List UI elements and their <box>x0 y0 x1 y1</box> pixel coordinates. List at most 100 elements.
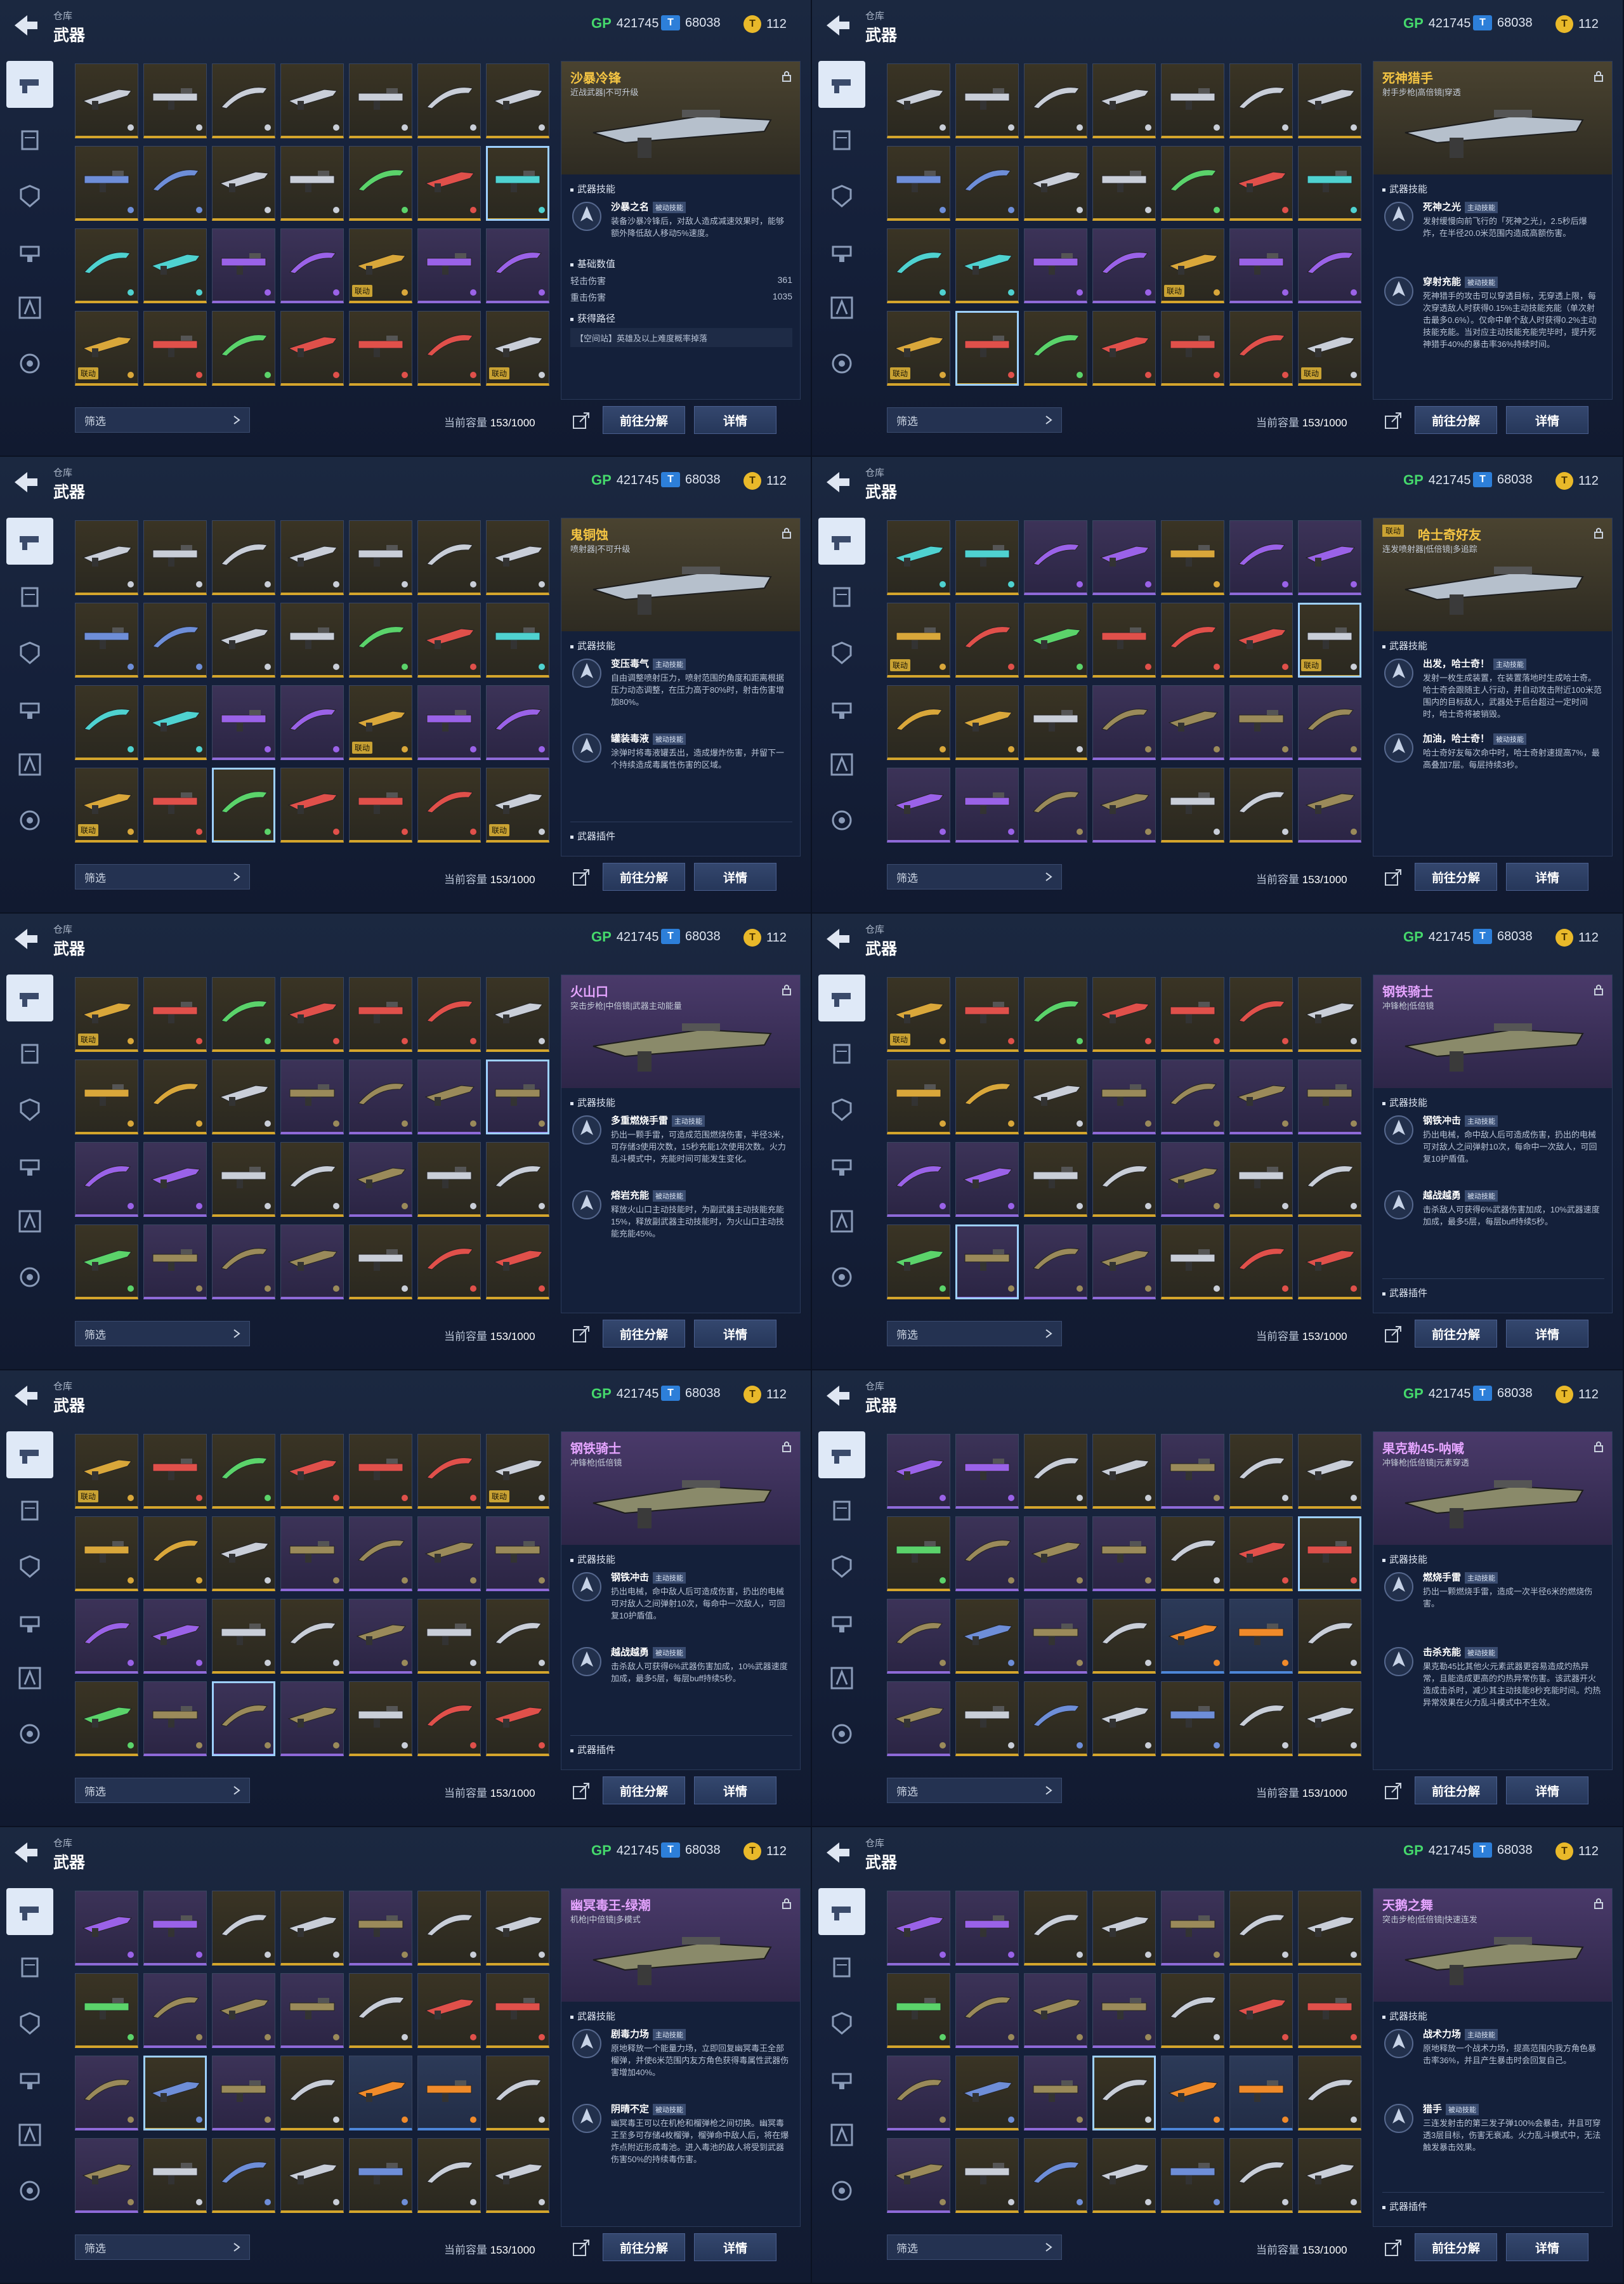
sidebar-tab[interactable] <box>818 61 865 108</box>
decompose-button[interactable]: 前往分解 <box>603 863 685 891</box>
weapon-slot[interactable] <box>1298 146 1361 221</box>
weapon-slot[interactable] <box>75 685 138 760</box>
weapon-slot[interactable] <box>1092 63 1156 138</box>
weapon-slot[interactable] <box>1092 1142 1156 1217</box>
weapon-slot[interactable] <box>486 603 549 678</box>
weapon-slot[interactable] <box>280 1599 344 1674</box>
weapon-slot[interactable] <box>1024 1599 1087 1674</box>
weapon-slot[interactable] <box>486 520 549 595</box>
weapon-slot[interactable] <box>143 2138 207 2213</box>
weapon-slot[interactable] <box>212 63 275 138</box>
weapon-slot[interactable] <box>212 146 275 221</box>
weapon-slot[interactable] <box>1024 1973 1087 2048</box>
weapon-slot[interactable] <box>75 2138 138 2213</box>
share-button[interactable] <box>568 1322 594 1346</box>
weapon-slot[interactable] <box>1229 228 1293 303</box>
sidebar-tab[interactable] <box>818 975 865 1021</box>
weapon-slot[interactable] <box>75 228 138 303</box>
weapon-slot[interactable] <box>486 1516 549 1591</box>
sidebar-tab[interactable] <box>6 1655 53 1702</box>
weapon-slot[interactable] <box>1024 1891 1087 1966</box>
weapon-slot[interactable] <box>417 146 481 221</box>
weapon-slot[interactable] <box>143 1434 207 1509</box>
weapon-slot[interactable] <box>1092 1891 1156 1966</box>
weapon-slot[interactable] <box>280 1142 344 1217</box>
filter-button[interactable]: 筛选 <box>75 1321 250 1346</box>
weapon-slot[interactable] <box>1024 1224 1087 1299</box>
weapon-slot[interactable] <box>1092 1973 1156 2048</box>
sidebar-tab[interactable] <box>818 1431 865 1478</box>
weapon-slot[interactable] <box>212 1681 275 1756</box>
weapon-slot[interactable] <box>280 311 344 386</box>
weapon-slot[interactable] <box>955 2138 1019 2213</box>
weapon-slot[interactable] <box>1024 228 1087 303</box>
weapon-slot[interactable]: 联动 <box>1298 603 1361 678</box>
sidebar-tab[interactable] <box>818 173 865 220</box>
sidebar-tab[interactable] <box>6 1086 53 1133</box>
sidebar-tab[interactable] <box>6 1254 53 1301</box>
sidebar-tab[interactable] <box>818 518 865 565</box>
weapon-slot[interactable] <box>955 1060 1019 1134</box>
weapon-slot[interactable] <box>1229 63 1293 138</box>
weapon-slot[interactable] <box>75 1142 138 1217</box>
weapon-slot[interactable] <box>955 1891 1019 1966</box>
weapon-slot[interactable] <box>1229 2056 1293 2130</box>
weapon-slot[interactable]: 联动 <box>349 685 412 760</box>
sidebar-tab[interactable] <box>6 1198 53 1245</box>
weapon-slot[interactable] <box>1092 1681 1156 1756</box>
filter-button[interactable]: 筛选 <box>887 407 1062 433</box>
weapon-slot[interactable] <box>417 1224 481 1299</box>
weapon-slot[interactable] <box>280 977 344 1052</box>
details-button[interactable]: 详情 <box>1506 1320 1588 1348</box>
weapon-slot[interactable] <box>1229 1434 1293 1509</box>
weapon-slot[interactable] <box>955 146 1019 221</box>
weapon-slot[interactable] <box>280 1516 344 1591</box>
weapon-slot[interactable] <box>280 2138 344 2213</box>
weapon-slot[interactable] <box>280 1891 344 1966</box>
sidebar-tab[interactable] <box>818 284 865 331</box>
weapon-slot[interactable] <box>75 520 138 595</box>
weapon-slot[interactable] <box>1161 1599 1224 1674</box>
sidebar-tab[interactable] <box>6 1599 53 1646</box>
weapon-slot[interactable] <box>1024 146 1087 221</box>
weapon-slot[interactable] <box>1024 1681 1087 1756</box>
weapon-slot[interactable] <box>887 685 950 760</box>
weapon-slot[interactable] <box>417 1434 481 1509</box>
weapon-slot[interactable] <box>280 1973 344 2048</box>
sidebar-tab[interactable] <box>818 340 865 387</box>
weapon-slot[interactable] <box>1298 1599 1361 1674</box>
weapon-slot[interactable] <box>349 1434 412 1509</box>
weapon-slot[interactable] <box>417 1681 481 1756</box>
weapon-slot[interactable] <box>1092 1060 1156 1134</box>
weapon-slot[interactable] <box>486 146 549 221</box>
weapon-slot[interactable] <box>1229 520 1293 595</box>
decompose-button[interactable]: 前往分解 <box>603 1776 685 1804</box>
weapon-slot[interactable] <box>887 520 950 595</box>
weapon-slot[interactable] <box>1161 1891 1224 1966</box>
details-button[interactable]: 详情 <box>694 406 776 434</box>
weapon-slot[interactable] <box>417 1060 481 1134</box>
sidebar-tab[interactable] <box>818 1142 865 1189</box>
weapon-slot[interactable] <box>486 1224 549 1299</box>
weapon-slot[interactable] <box>1161 2138 1224 2213</box>
details-button[interactable]: 详情 <box>1506 863 1588 891</box>
weapon-slot[interactable] <box>417 768 481 843</box>
weapon-slot[interactable] <box>349 146 412 221</box>
weapon-slot[interactable] <box>417 1599 481 1674</box>
weapon-slot[interactable] <box>955 977 1019 1052</box>
weapon-slot[interactable] <box>143 146 207 221</box>
weapon-slot[interactable] <box>212 768 275 843</box>
weapon-slot[interactable] <box>955 1599 1019 1674</box>
weapon-slot[interactable]: 联动 <box>75 311 138 386</box>
weapon-slot[interactable] <box>417 1973 481 2048</box>
weapon-slot[interactable] <box>1229 1891 1293 1966</box>
back-button[interactable] <box>10 1839 42 1867</box>
weapon-slot[interactable] <box>1024 603 1087 678</box>
weapon-slot[interactable] <box>212 1973 275 2048</box>
weapon-slot[interactable] <box>212 228 275 303</box>
weapon-slot[interactable]: 联动 <box>486 768 549 843</box>
weapon-slot[interactable] <box>280 2056 344 2130</box>
weapon-slot[interactable] <box>143 1224 207 1299</box>
weapon-slot[interactable] <box>887 1973 950 2048</box>
weapon-slot[interactable] <box>887 1224 950 1299</box>
